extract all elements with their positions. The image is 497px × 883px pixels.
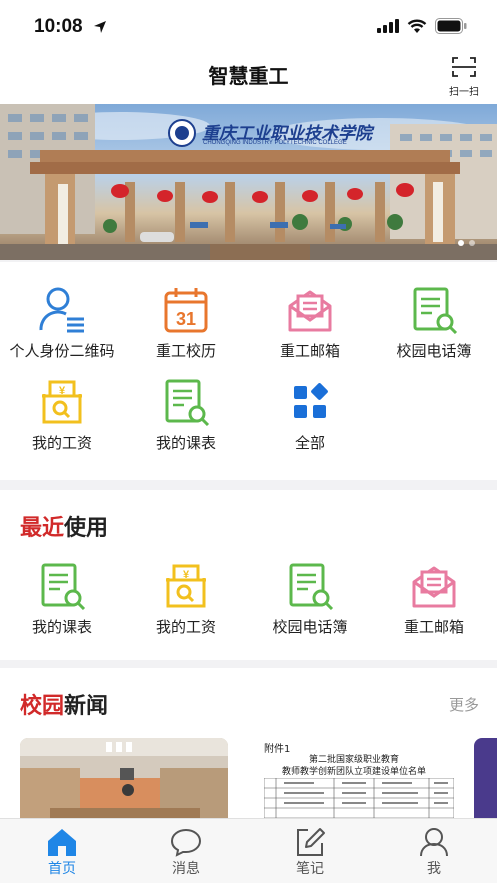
service-label: 全部 [294,434,325,452]
recent-item-phonebook[interactable]: 校园电话簿 [248,562,372,637]
salary-icon: ¥ [42,380,82,424]
recent-label: 重工邮箱 [403,618,464,636]
message-icon [170,828,202,857]
tab-label: 我 [427,861,441,877]
home-icon [48,829,76,856]
id-qrcode-icon [39,287,84,333]
tab-profile[interactable]: 我 [394,827,474,878]
phonebook-icon [289,563,334,610]
salary-icon: ¥ [166,564,206,608]
status-bar: 10:08 [0,0,497,52]
news-card-partial[interactable] [474,738,497,818]
recent-label: 我的课表 [31,618,92,636]
banner-dot [458,240,464,246]
recent-item-salary[interactable]: ¥ 我的工资 [124,562,248,637]
calendar-day: 31 [176,309,196,329]
service-mailbox[interactable]: 重工邮箱 [248,286,372,361]
tab-home[interactable]: 首页 [22,827,102,878]
recent-section: 最近使用 我的课表 ¥ 我的工资 校园电话簿 重工邮箱 [0,490,497,660]
recent-item-timetable[interactable]: 我的课表 [0,562,124,637]
service-label: 我的课表 [155,434,216,452]
service-all[interactable]: 全部 [248,378,372,453]
scan-label: 扫一扫 [449,87,479,98]
nav-bar: 智慧重工 扫一扫 [0,52,497,104]
service-label: 重工邮箱 [279,342,340,360]
banner-carousel[interactable]: 重庆工业职业技术学院 CHONGQING INDUSTRY POLYTECHNI… [0,104,497,260]
news-card-photo[interactable] [20,738,228,818]
phonebook-icon [413,287,458,334]
service-id-qrcode[interactable]: 个人身份二维码 [0,286,124,361]
tab-label: 消息 [172,861,200,877]
status-time: 10:08 [34,16,83,37]
recent-label: 校园电话簿 [272,618,348,636]
calendar-icon: 31 [164,288,208,333]
recent-label: 我的工资 [155,618,216,636]
all-apps-icon [294,383,328,418]
location-arrow-icon [94,21,106,33]
tab-label: 首页 [48,861,76,877]
tab-label: 笔记 [296,861,324,877]
doc-title-line2: 教师教学创新团队立项建设单位名单 [281,767,426,777]
service-calendar[interactable]: 31 重工校历 [124,286,248,361]
news-title: 校园新闻 [20,694,109,719]
service-label: 校园电话簿 [396,342,472,360]
service-label: 重工校历 [155,342,216,360]
profile-icon [420,828,448,857]
tab-notes[interactable]: 笔记 [270,827,350,878]
timetable-icon [165,379,210,426]
tab-bar: 首页 消息 笔记 我 [0,818,497,883]
news-card-document[interactable]: 附件1 第二批国家级职业教育 教师教学创新团队立项建设单位名单 [244,738,464,818]
recent-item-mailbox[interactable]: 重工邮箱 [372,562,496,637]
cellular-signal-icon [377,19,399,33]
service-timetable[interactable]: 我的课表 [124,378,248,453]
scan-icon [452,57,476,77]
banner-dot [469,240,475,246]
news-section: 校园新闻 更多 附件1 第二批国家级职业教育 教师教学创新团队立项建设单位名单 [0,668,497,818]
doc-table-image [264,778,454,818]
wifi-icon [407,19,427,33]
school-name-en: CHONGQING INDUSTRY POLYTECHNIC COLLEGE [203,140,347,146]
service-grid: 个人身份二维码 31 重工校历 重工邮箱 校园电话簿 ¥ 我的工资 我的课表 全… [0,262,497,480]
recent-title: 最近使用 [20,516,109,541]
note-icon [297,828,325,856]
service-label: 个人身份二维码 [9,342,115,360]
banner-pagination [458,240,475,246]
news-more-link[interactable]: 更多 [449,694,479,715]
service-label: 我的工资 [31,434,92,452]
mailbox-icon [412,566,456,608]
news-meeting-image [20,738,228,818]
tab-messages[interactable]: 消息 [146,827,226,878]
service-phonebook[interactable]: 校园电话簿 [372,286,496,361]
page-title: 智慧重工 [208,64,289,88]
mailbox-icon [288,290,332,332]
scan-button[interactable]: 扫一扫 [447,56,481,100]
service-salary[interactable]: ¥ 我的工资 [0,378,124,453]
battery-icon [435,18,467,34]
timetable-icon [41,563,86,610]
